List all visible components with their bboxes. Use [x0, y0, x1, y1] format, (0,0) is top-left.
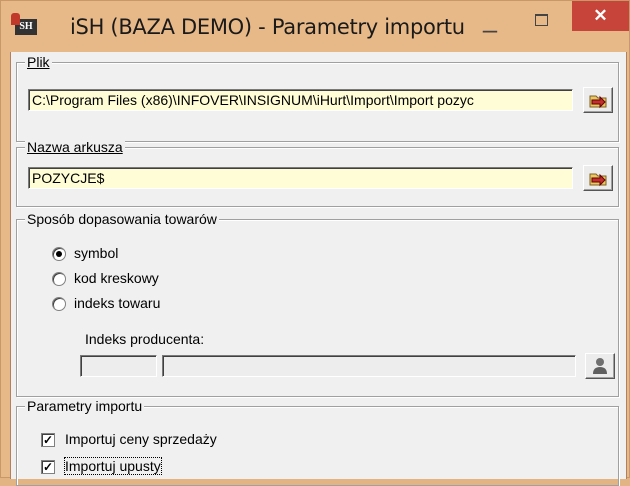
folder-arrow-icon: [589, 95, 607, 109]
browse-file-button[interactable]: [583, 87, 613, 113]
producer-name-field[interactable]: [162, 355, 576, 377]
matching-group: Sposób dopasowania towarów symbol kod kr…: [16, 211, 619, 397]
producer-code-field[interactable]: [80, 355, 157, 377]
file-legend: Plik: [25, 54, 52, 70]
radio-symbol-control[interactable]: [52, 247, 66, 261]
maximize-button[interactable]: [518, 13, 564, 41]
person-icon: [593, 358, 607, 374]
radio-symbol-label: symbol: [74, 245, 119, 261]
radio-product-index-label: indeks towaru: [74, 295, 161, 311]
select-producer-button[interactable]: [585, 353, 615, 379]
file-path-field[interactable]: C:\Program Files (x86)\INFOVER\INSIGNUM\…: [28, 89, 573, 111]
radio-barcode-control[interactable]: [52, 272, 66, 286]
checkbox-import-discounts[interactable]: ✓: [41, 460, 55, 474]
import-discounts-label: Importuj upusty: [64, 457, 162, 475]
matching-legend: Sposób dopasowania towarów: [25, 211, 219, 227]
producer-index-label: Indeks producenta:: [85, 331, 205, 347]
radio-product-index-control[interactable]: [52, 297, 66, 311]
sheet-group: Nazwa arkusza POZYCJE$: [16, 139, 619, 207]
radio-barcode-label: kod kreskowy: [74, 270, 159, 286]
window-title: iSH (BAZA DEMO) - Parametry importu: [70, 15, 465, 39]
title-bar[interactable]: SH iSH (BAZA DEMO) - Parametry importu –…: [1, 1, 629, 45]
file-group: Plik C:\Program Files (x86)\INFOVER\INSI…: [16, 54, 619, 142]
sheet-name-field[interactable]: POZYCJE$: [28, 167, 573, 189]
close-button[interactable]: ✕: [572, 1, 629, 31]
checkbox-import-prices[interactable]: ✓: [41, 433, 55, 447]
minimize-icon: –: [482, 14, 498, 44]
browse-sheet-button[interactable]: [583, 165, 613, 191]
dialog-body: Plik C:\Program Files (x86)\INFOVER\INSI…: [10, 52, 627, 486]
import-prices-label: Importuj ceny sprzedaży: [65, 431, 217, 447]
minimize-button[interactable]: –: [467, 16, 513, 47]
maximize-icon: [534, 14, 548, 26]
close-icon: ✕: [593, 6, 608, 25]
import-params-group: Parametry importu ✓ Importuj ceny sprzed…: [16, 398, 619, 486]
app-logo-icon: SH: [11, 13, 37, 35]
import-params-legend: Parametry importu: [25, 398, 145, 414]
folder-arrow-icon: [589, 173, 607, 187]
sheet-legend: Nazwa arkusza: [25, 139, 125, 155]
import-parameters-window: SH iSH (BAZA DEMO) - Parametry importu –…: [0, 0, 630, 486]
